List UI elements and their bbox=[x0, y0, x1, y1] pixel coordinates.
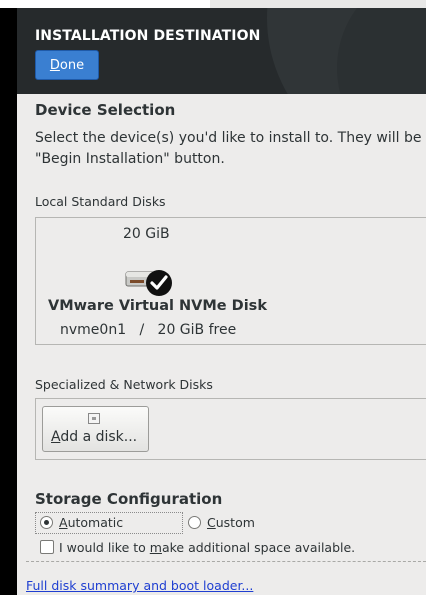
automatic-label[interactable]: Automatic bbox=[59, 515, 123, 530]
space-label-pre: I would like to bbox=[59, 540, 150, 555]
custom-label[interactable]: Custom bbox=[207, 515, 255, 530]
description-line-2: "Begin Installation" button. bbox=[35, 151, 225, 167]
custom-text: ustom bbox=[215, 515, 255, 530]
add-disk-text: dd a disk... bbox=[60, 429, 138, 445]
network-disks-heading: Specialized & Network Disks bbox=[35, 377, 213, 392]
custom-mnemonic: C bbox=[207, 515, 216, 530]
header-decoration-2 bbox=[337, 8, 426, 94]
device-selection-heading: Device Selection bbox=[35, 101, 176, 119]
disk-image-icon bbox=[88, 413, 100, 424]
automatic-radio[interactable] bbox=[40, 516, 53, 529]
add-disk-mnemonic: A bbox=[51, 429, 61, 445]
done-button[interactable]: Done bbox=[35, 50, 99, 80]
storage-configuration-heading: Storage Configuration bbox=[35, 490, 223, 508]
add-disk-label: Add a disk... bbox=[51, 429, 137, 445]
device-selection-description: Select the device(s) you'd like to insta… bbox=[35, 128, 426, 170]
description-line-1: Select the device(s) you'd like to insta… bbox=[35, 130, 422, 146]
done-label: one bbox=[59, 58, 85, 73]
top-strip-left bbox=[0, 0, 210, 8]
automatic-text: utomatic bbox=[67, 515, 124, 530]
header-bar: INSTALLATION DESTINATION Done bbox=[17, 8, 426, 94]
divider bbox=[26, 561, 426, 562]
space-label-post: ake additional space available. bbox=[161, 540, 356, 555]
disk-free-space: 20 GiB free bbox=[157, 322, 237, 338]
disk-device: nvme0n1 bbox=[60, 322, 127, 338]
add-disk-button[interactable]: Add a disk... bbox=[42, 406, 149, 452]
installation-destination-window: INSTALLATION DESTINATION Done Device Sel… bbox=[17, 8, 426, 595]
additional-space-label[interactable]: I would like to make additional space av… bbox=[59, 540, 355, 555]
automatic-mnemonic: A bbox=[59, 515, 68, 530]
done-mnemonic: D bbox=[49, 58, 60, 73]
local-disks-heading: Local Standard Disks bbox=[35, 194, 166, 209]
additional-space-checkbox[interactable] bbox=[40, 540, 54, 554]
disk-name: VMware Virtual NVMe Disk bbox=[48, 298, 267, 314]
disk-summary-link[interactable]: Full disk summary and boot loader... bbox=[26, 578, 253, 593]
disk-size: 20 GiB bbox=[123, 226, 170, 242]
page-title: INSTALLATION DESTINATION bbox=[35, 28, 261, 44]
space-label-mnemonic: m bbox=[149, 540, 162, 555]
top-strip bbox=[0, 0, 426, 8]
local-disks-panel: 20 GiB VMware Virtual NVMe Disk nvme0n1 … bbox=[35, 217, 426, 345]
disk-separator: / bbox=[139, 322, 145, 338]
disk-selected-icon[interactable] bbox=[125, 258, 175, 296]
left-edge bbox=[0, 8, 17, 595]
top-strip-right bbox=[210, 0, 426, 8]
custom-radio[interactable] bbox=[188, 516, 201, 529]
network-disks-panel: Add a disk... bbox=[35, 398, 426, 460]
disk-free-info: nvme0n1 / 20 GiB free bbox=[60, 322, 236, 338]
